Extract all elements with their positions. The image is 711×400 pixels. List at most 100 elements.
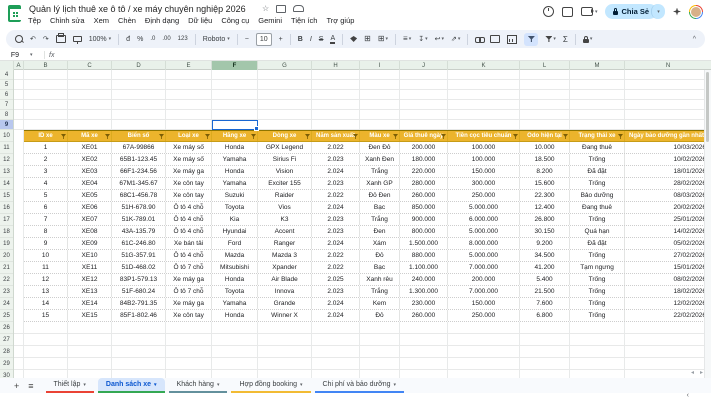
- decrease-decimal-button[interactable]: .0: [150, 36, 155, 42]
- cell-gia-thue-ngay[interactable]: 850.000: [400, 202, 448, 213]
- cell-gia-thue-ngay[interactable]: 200.000: [400, 142, 448, 153]
- cell-dong-xe[interactable]: Mazda 3: [258, 250, 312, 261]
- column-header-f-selected[interactable]: F: [212, 61, 258, 70]
- cell-hang-xe[interactable]: Toyota: [212, 286, 258, 297]
- cell-tien-coc[interactable]: 8.000.000: [448, 238, 520, 249]
- print-icon[interactable]: [56, 35, 66, 43]
- cell-dong-xe[interactable]: K3: [258, 214, 312, 225]
- row-header[interactable]: 14: [0, 178, 13, 190]
- font-family-selector[interactable]: Roboto▾: [203, 36, 230, 43]
- cell-id-xe[interactable]: 14: [24, 298, 68, 309]
- row-header[interactable]: 9: [0, 120, 13, 130]
- cell-dong-xe[interactable]: Raider: [258, 190, 312, 201]
- cell-odo[interactable]: 6.800: [520, 310, 570, 321]
- row-header[interactable]: 30: [0, 370, 13, 378]
- cell-trang-thai[interactable]: Tạm ngưng: [570, 262, 625, 273]
- cell-tien-coc[interactable]: 5.000.000: [448, 250, 520, 261]
- all-sheets-icon[interactable]: ≡: [28, 381, 33, 391]
- cell-loai-xe[interactable]: Ô tô 4 chỗ: [166, 214, 212, 225]
- cell-odo[interactable]: 5.400: [520, 274, 570, 285]
- cell-mau-xe[interactable]: Kem: [360, 298, 400, 309]
- cell-hang-xe[interactable]: Honda: [212, 166, 258, 177]
- cell-hang-xe[interactable]: Toyota: [212, 202, 258, 213]
- column-header-n[interactable]: N: [625, 61, 711, 70]
- cell-bien-so[interactable]: 84B2-791.35: [112, 298, 166, 309]
- cell-tien-coc[interactable]: 250.000: [448, 190, 520, 201]
- cell-odo[interactable]: 15.600: [520, 178, 570, 189]
- cell-trang-thai[interactable]: Trống: [570, 298, 625, 309]
- cell-bien-so[interactable]: 67A-99866: [112, 142, 166, 153]
- cell-loai-xe[interactable]: Xe máy ga: [166, 166, 212, 177]
- cell-tien-coc[interactable]: 7.000.000: [448, 286, 520, 297]
- tab-caret-icon[interactable]: ▾: [154, 382, 157, 388]
- cell-dong-xe[interactable]: Ranger: [258, 238, 312, 249]
- cell-gia-thue-ngay[interactable]: 260.000: [400, 310, 448, 321]
- filter-icon[interactable]: [513, 134, 518, 139]
- column-header-odo[interactable]: Odo hiện tại: [520, 131, 570, 141]
- cell-hang-xe[interactable]: Honda: [212, 142, 258, 153]
- horizontal-align-button[interactable]: ≡▾: [403, 35, 411, 43]
- cell-ngay-bao-duong[interactable]: 10/02/2026: [625, 154, 711, 165]
- cell-nam-san-xuat[interactable]: 2.024: [312, 166, 360, 177]
- cell-bien-so[interactable]: 85F1-802.46: [112, 310, 166, 321]
- cell-mau-xe[interactable]: Đỏ: [360, 250, 400, 261]
- column-header-mau-xe[interactable]: Màu xe: [360, 131, 400, 141]
- cell-id-xe[interactable]: 1: [24, 142, 68, 153]
- cell-nam-san-xuat[interactable]: 2.022: [312, 250, 360, 261]
- column-header-a[interactable]: A: [14, 61, 24, 70]
- cell-gia-thue-ngay[interactable]: 1.300.000: [400, 286, 448, 297]
- cell-mau-xe[interactable]: Đỏ: [360, 310, 400, 321]
- column-header-d[interactable]: D: [112, 61, 166, 70]
- percent-format-button[interactable]: %: [137, 36, 143, 43]
- tab-caret-icon[interactable]: ▾: [217, 382, 220, 388]
- cell-id-xe[interactable]: 7: [24, 214, 68, 225]
- tab-caret-icon[interactable]: ▾: [300, 382, 303, 388]
- scrollbar-thumb[interactable]: [706, 72, 709, 142]
- cell-bien-so[interactable]: 61C-246.80: [112, 238, 166, 249]
- cell-bien-so[interactable]: 51G-357.91: [112, 250, 166, 261]
- cell-trang-thai[interactable]: Quá hạn: [570, 226, 625, 237]
- cell-nam-san-xuat[interactable]: 2.022: [312, 190, 360, 201]
- row-header[interactable]: 11: [0, 142, 13, 154]
- cell-hang-xe[interactable]: Yamaha: [212, 298, 258, 309]
- cell-ma-xe[interactable]: XE07: [68, 214, 112, 225]
- zoom-selector[interactable]: 100%▾: [89, 36, 111, 43]
- search-icon[interactable]: [15, 35, 23, 43]
- cell-odo[interactable]: 12.400: [520, 202, 570, 213]
- cell-loai-xe[interactable]: Xe máy ga: [166, 274, 212, 285]
- currency-format-button[interactable]: đ: [126, 36, 130, 43]
- insert-comment-icon[interactable]: [490, 35, 500, 43]
- filter-icon[interactable]: [305, 134, 310, 139]
- filter-icon[interactable]: [393, 134, 398, 139]
- cell-mau-xe[interactable]: Đen: [360, 226, 400, 237]
- cell-id-xe[interactable]: 9: [24, 238, 68, 249]
- cell-odo[interactable]: 34.500: [520, 250, 570, 261]
- column-header-loai-xe[interactable]: Loại xe: [166, 131, 212, 141]
- name-box-caret-icon[interactable]: ▾: [30, 52, 40, 58]
- cell-ngay-bao-duong[interactable]: 08/03/2026: [625, 190, 711, 201]
- row-header[interactable]: 26: [0, 322, 13, 334]
- cell-mau-xe[interactable]: Trắng: [360, 286, 400, 297]
- functions-button[interactable]: Σ: [563, 35, 568, 44]
- cell-nam-san-xuat[interactable]: 2.024: [312, 202, 360, 213]
- text-rotation-button[interactable]: ⇗▾: [451, 35, 460, 43]
- cell-tien-coc[interactable]: 250.000: [448, 310, 520, 321]
- number-format-button[interactable]: 123: [178, 36, 188, 42]
- row-header[interactable]: 25: [0, 310, 13, 322]
- cell-id-xe[interactable]: 4: [24, 178, 68, 189]
- cell-trang-thai[interactable]: Trống: [570, 178, 625, 189]
- filter-icon[interactable]: [251, 134, 256, 139]
- menu-item[interactable]: Trợ giúp: [326, 16, 354, 25]
- cell-hang-xe[interactable]: Honda: [212, 310, 258, 321]
- cell-ma-xe[interactable]: XE04: [68, 178, 112, 189]
- cell-id-xe[interactable]: 8: [24, 226, 68, 237]
- cell-nam-san-xuat[interactable]: 2.025: [312, 274, 360, 285]
- borders-icon[interactable]: ⊞: [364, 35, 371, 43]
- cell-hang-xe[interactable]: Suzuki: [212, 190, 258, 201]
- column-header-gia-thue-ngay[interactable]: Giá thuê ngày: [400, 131, 448, 141]
- cell-id-xe[interactable]: 12: [24, 274, 68, 285]
- row-header[interactable]: 18: [0, 226, 13, 238]
- cell-ma-xe[interactable]: XE03: [68, 166, 112, 177]
- cell-ma-xe[interactable]: XE13: [68, 286, 112, 297]
- cell-ma-xe[interactable]: XE01: [68, 142, 112, 153]
